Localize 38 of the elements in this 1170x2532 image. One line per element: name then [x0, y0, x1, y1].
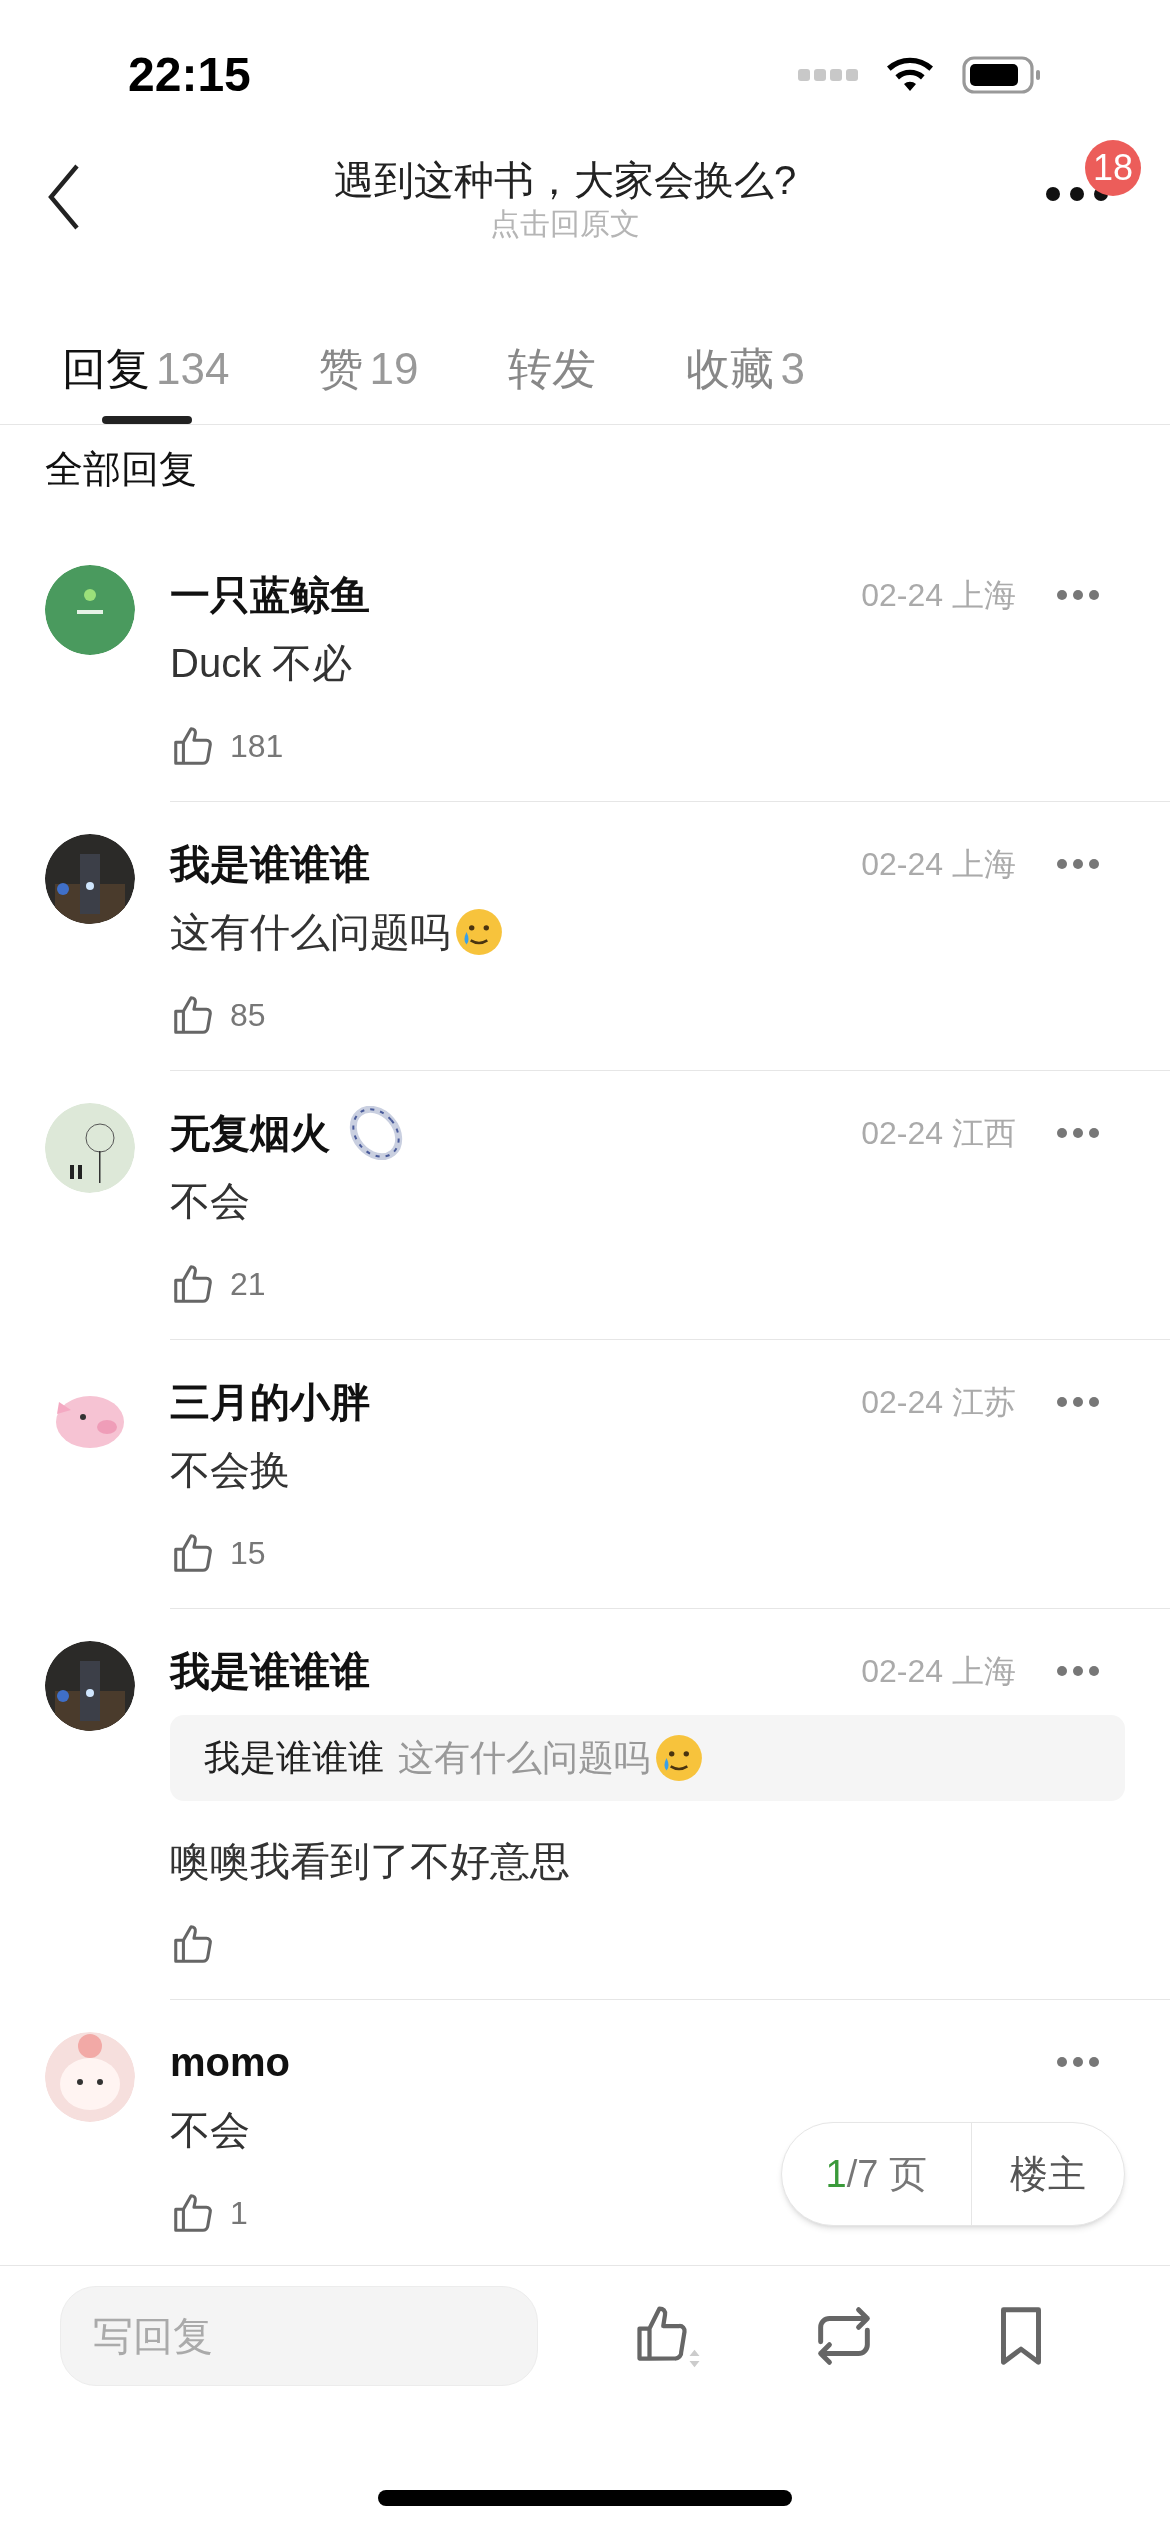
username[interactable]: momo — [170, 2032, 290, 2092]
quoted-comment[interactable]: 我是谁谁谁 这有什么问题吗 — [170, 1715, 1125, 1801]
battery-icon — [962, 56, 1042, 94]
quoted-text: 这有什么问题吗 — [398, 1736, 650, 1780]
username[interactable]: 我是谁谁谁 — [170, 1641, 370, 1701]
comment-date: 02-24 上海 — [861, 1652, 1016, 1691]
like-count: 181 — [230, 727, 284, 766]
comment-date: 02-24 上海 — [861, 576, 1016, 615]
comment-text: 这有什么问题吗 — [170, 909, 450, 956]
owner-only-button[interactable]: 楼主 — [972, 2123, 1124, 2225]
section-title: 全部回复 — [45, 448, 197, 490]
comment-text: 不会 — [170, 2107, 250, 2154]
like-count: 21 — [230, 1265, 266, 1304]
like-count: 15 — [230, 1534, 266, 1573]
tab[interactable]: 赞 19 — [319, 314, 419, 424]
comment-text: Duck 不必 — [170, 640, 353, 687]
username[interactable]: 我是谁谁谁 — [170, 834, 370, 894]
page-indicator[interactable]: 1/7 页 — [781, 2123, 972, 2225]
tab[interactable]: 收藏 3 — [686, 314, 805, 424]
comment-text: 不会 — [170, 1178, 250, 1225]
tab[interactable]: 回复 134 — [62, 314, 230, 424]
wifi-icon — [886, 57, 934, 93]
like-count: 85 — [230, 996, 266, 1035]
quoted-author: 我是谁谁谁 — [204, 1736, 384, 1780]
comment-text: 不会换 — [170, 1447, 290, 1494]
tab[interactable]: 转发 — [508, 314, 597, 424]
reply-field[interactable]: 写回复 — [60, 2286, 538, 2386]
username[interactable]: 无复烟火 — [170, 1103, 330, 1163]
username[interactable]: 一只蓝鲸鱼 — [170, 565, 370, 625]
comment-date: 02-24 江西 — [861, 1114, 1016, 1153]
status-time: 22:15 — [128, 47, 251, 103]
notification-badge: 18 — [1085, 140, 1141, 196]
comment-date: 02-24 上海 — [861, 845, 1016, 884]
comment-date: 02-24 江苏 — [861, 1383, 1016, 1422]
comment-text: 噢噢我看到了不好意思 — [170, 1838, 570, 1885]
post-title[interactable]: 遇到这种书，大家会换么? — [333, 154, 797, 206]
like-count: 1 — [230, 2194, 248, 2233]
username[interactable]: 三月的小胖 — [170, 1372, 370, 1432]
